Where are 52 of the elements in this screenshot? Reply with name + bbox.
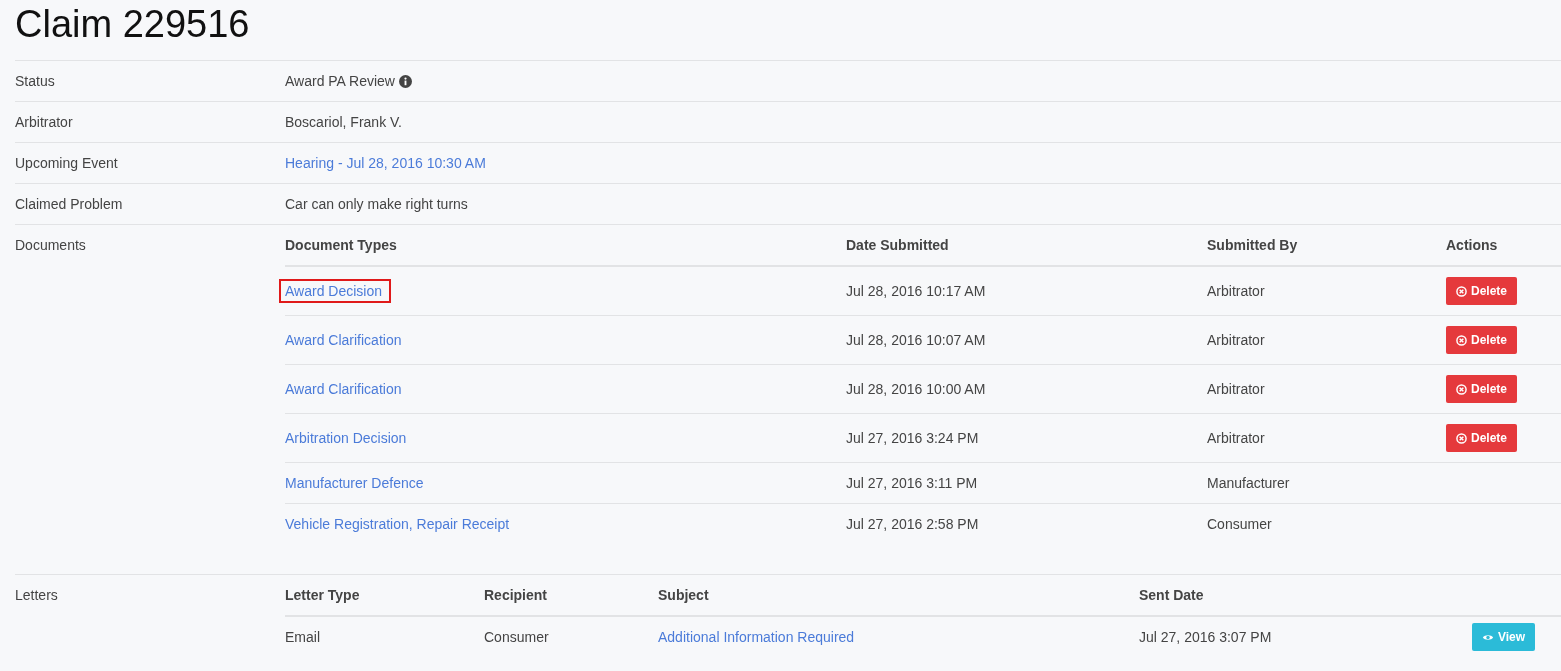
table-cell: Jul 28, 2016 10:00 AM — [846, 381, 986, 397]
field-label: Claimed Problem — [15, 196, 124, 212]
table-cell: Arbitrator — [1207, 381, 1265, 397]
table-cell: Jul 28, 2016 10:07 AM — [846, 332, 986, 348]
delete-button[interactable]: Delete — [1446, 326, 1518, 354]
document-link[interactable]: Award Clarification — [279, 377, 411, 401]
column-header: Date Submitted — [846, 237, 949, 253]
close-circle-icon — [1456, 334, 1467, 346]
field-label: Upcoming Event — [15, 155, 119, 171]
table-cell: Consumer — [484, 629, 549, 645]
column-header: Document Types — [285, 237, 397, 253]
column-header: Actions — [1446, 237, 1498, 253]
field-value: Car can only make right turns — [285, 196, 468, 212]
field-label: Status — [15, 73, 56, 89]
close-circle-icon — [1456, 285, 1467, 297]
delete-button[interactable]: Delete — [1446, 424, 1518, 452]
info-icon[interactable] — [399, 74, 412, 88]
field-value: Boscariol, Frank V. — [285, 114, 402, 130]
table-cell: Email — [285, 629, 320, 645]
view-button[interactable]: View — [1472, 623, 1536, 651]
table-cell: Jul 28, 2016 10:17 AM — [846, 283, 986, 299]
column-header: Letter Type — [285, 587, 360, 603]
field-label: Arbitrator — [15, 114, 74, 130]
column-header: Submitted By — [1207, 237, 1298, 253]
event-link[interactable]: Hearing - Jul 28, 2016 10:30 AM — [285, 155, 486, 171]
document-link[interactable]: Arbitration Decision — [279, 426, 416, 450]
column-header: Subject — [658, 587, 709, 603]
table-cell: Manufacturer — [1207, 475, 1290, 491]
section-label: Letters — [15, 586, 59, 603]
table-cell: Consumer — [1207, 516, 1272, 532]
close-circle-icon — [1456, 383, 1467, 395]
document-link[interactable]: Vehicle Registration, Repair Receipt — [279, 512, 519, 536]
close-circle-icon — [1456, 432, 1467, 444]
table-cell: Jul 27, 2016 3:07 PM — [1139, 629, 1272, 645]
document-link[interactable]: Award Clarification — [279, 328, 411, 352]
table-cell: Arbitrator — [1207, 332, 1265, 348]
table-cell: Arbitrator — [1207, 430, 1265, 446]
table-cell: Jul 27, 2016 3:24 PM — [846, 430, 979, 446]
document-link[interactable]: Manufacturer Defence — [279, 471, 433, 495]
document-link[interactable]: Award Decision — [279, 279, 391, 303]
subject-link[interactable]: Additional Information Required — [658, 629, 855, 645]
page-title: Claim 229516 — [15, 2, 251, 47]
delete-button[interactable]: Delete — [1446, 277, 1518, 305]
delete-button[interactable]: Delete — [1446, 375, 1518, 403]
table-cell: Jul 27, 2016 2:58 PM — [846, 516, 979, 532]
section-label: Documents — [15, 236, 87, 253]
field-value: Award PA Review — [285, 73, 395, 89]
column-header: Sent Date — [1139, 587, 1204, 603]
table-cell: Jul 27, 2016 3:11 PM — [846, 475, 978, 491]
eye-icon — [1482, 632, 1494, 642]
column-header: Recipient — [484, 587, 547, 603]
table-cell: Arbitrator — [1207, 283, 1265, 299]
